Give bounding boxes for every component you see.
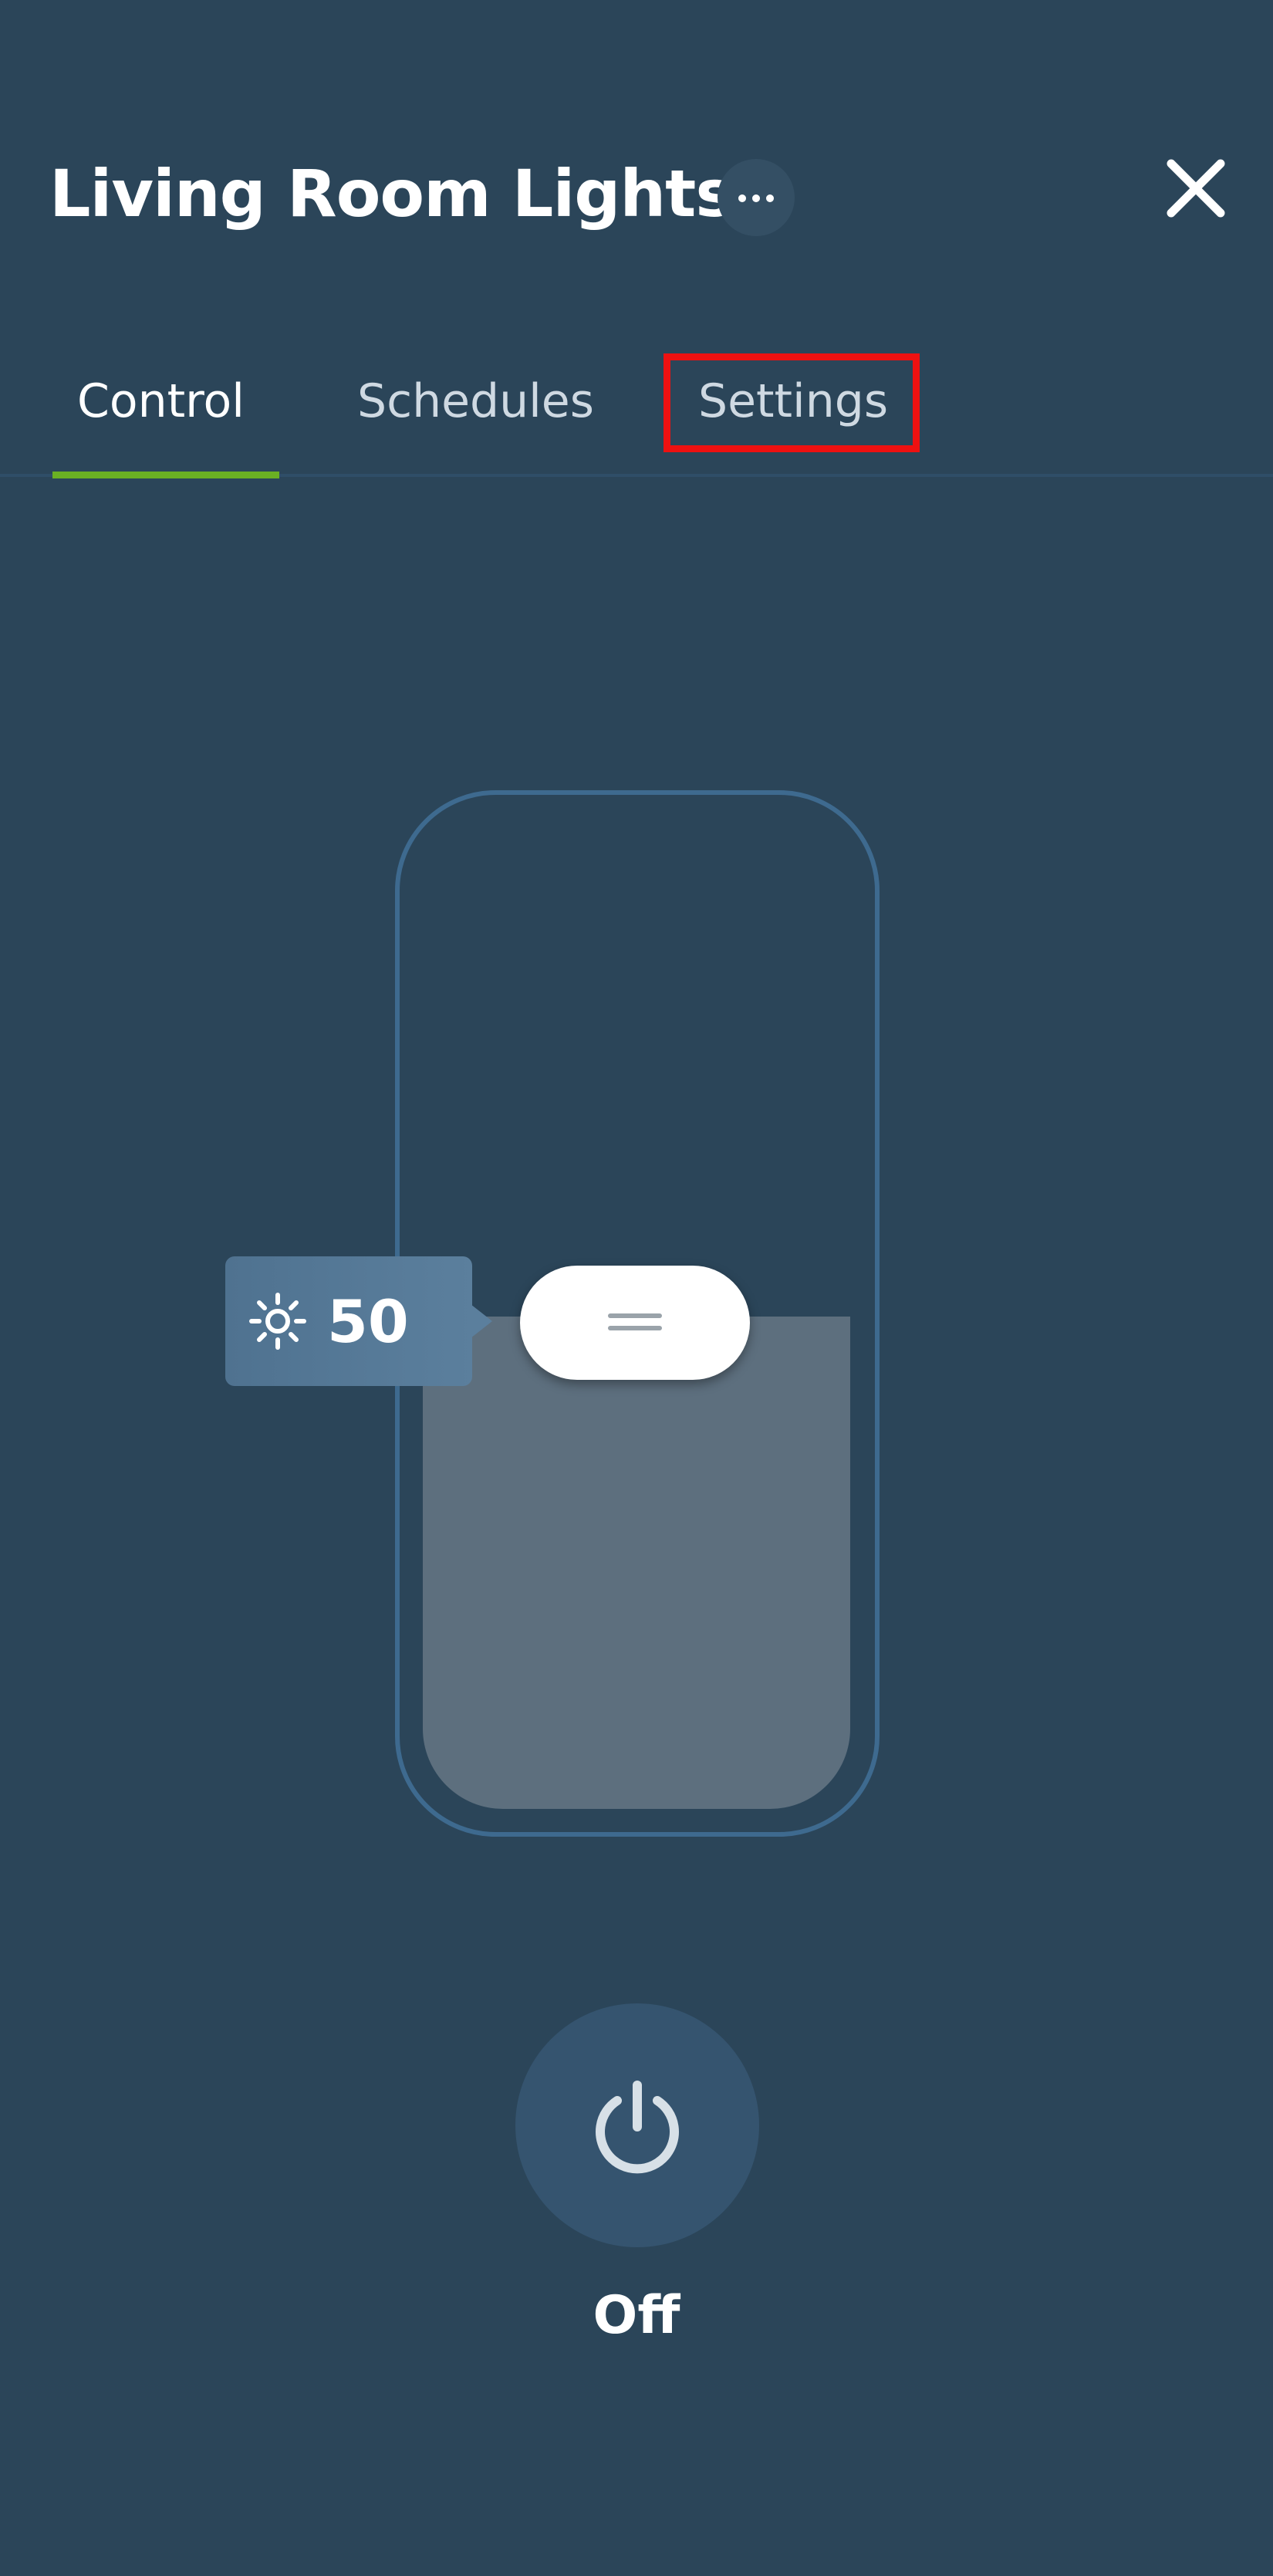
tab-control[interactable]: Control [77,370,245,432]
settings-highlight-box [664,353,920,452]
brightness-value-badge: 50 [225,1256,492,1386]
more-options-button[interactable] [718,159,795,236]
brightness-value: 50 [327,1287,409,1356]
power-status-label: Off [593,2285,680,2346]
tab-bar: Control Schedules Settings [0,340,1273,478]
active-tab-indicator [52,472,279,478]
page-title: Living Room Lights [49,156,734,232]
brightness-slider-handle[interactable] [520,1266,750,1380]
close-button[interactable] [1157,154,1234,232]
sun-icon [249,1293,306,1350]
ellipsis-icon-dot [766,194,774,202]
ellipsis-icon [738,194,746,202]
ellipsis-icon-dot [752,194,760,202]
grip-line-icon [608,1326,662,1330]
header: Living Room Lights [0,0,1273,293]
power-icon [596,2081,679,2174]
brightness-slider-fill [423,1317,850,1809]
power-button[interactable] [515,2003,759,2247]
tab-schedules[interactable]: Schedules [357,370,594,432]
close-icon [1167,159,1225,218]
grip-line-icon [608,1313,662,1318]
